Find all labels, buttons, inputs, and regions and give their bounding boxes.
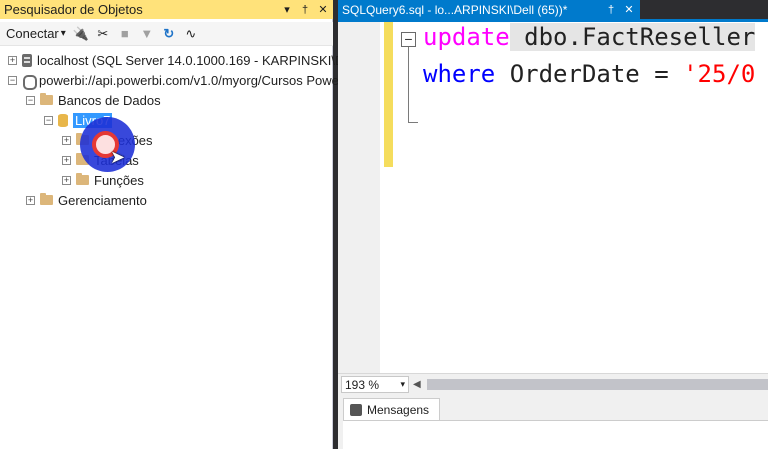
chevron-down-icon: ▾ [400,379,405,389]
scroll-left-icon[interactable]: ◀ [413,379,425,390]
fold-guide-end [408,122,418,123]
collapse-icon[interactable]: − [26,95,35,105]
chevron-down-icon: ▾ [60,28,66,39]
string-literal: '25/0 [683,60,756,88]
tab-mensagens[interactable]: Mensagens [343,398,440,420]
disconnect-plug-icon[interactable]: ✂ [94,24,112,44]
editor-tab-title: SQLQuery6.sql - lo...ARPINSKI\Dell (65))… [342,2,568,17]
fold-guide [408,47,409,122]
editor-gutter [338,22,380,373]
changed-lines-margin [384,22,393,167]
expand-icon[interactable]: + [62,175,71,185]
stop-icon[interactable]: ■ [116,24,134,44]
expand-icon[interactable]: + [26,195,35,205]
keyword-update: update [423,23,510,51]
tree-node-label: Bancos de Dados [58,92,161,108]
tab-mensagens-label: Mensagens [367,402,430,417]
collapse-region-icon[interactable]: − [401,32,416,47]
results-panel: Mensagens [338,395,768,449]
close-icon[interactable]: ✕ [315,2,331,18]
tree-node-funcoes[interactable]: + Funções [62,170,144,190]
tree-node-gerenciamento[interactable]: + Gerenciamento [26,190,147,210]
folder-icon [40,93,53,105]
expand-icon[interactable]: + [62,155,71,165]
powerbi-icon [22,74,37,90]
keyword-where: where [423,60,496,88]
messages-icon [350,403,362,416]
editor-tab-sqlquery6[interactable]: SQLQuery6.sql - lo...ARPINSKI\Dell (65))… [338,0,640,19]
window-options-icon[interactable]: ▾ [279,2,295,18]
close-icon[interactable]: ✕ [622,3,636,16]
query-editor[interactable]: − update dbo.FactReseller where OrderDat… [338,22,768,373]
server-icon [22,53,32,67]
tree-node-localhost[interactable]: + localhost (SQL Server 14.0.1000.169 - … [8,50,362,70]
tree-node-label: Funções [94,172,144,188]
zoom-dropdown[interactable]: 193 % ▾ [341,376,409,393]
connect-plug-icon[interactable]: 🔌 [72,24,90,44]
horizontal-scrollbar[interactable] [427,379,768,390]
pin-icon[interactable]: † [297,2,313,18]
database-icon [58,113,68,127]
messages-body [343,420,768,449]
expand-icon[interactable]: + [62,135,71,145]
mouse-pointer-icon: ➤ [110,147,126,167]
object-explorer-panel: Pesquisador de Objetos ▾ † ✕ Conectar ▾ … [0,0,517,449]
pin-icon[interactable]: † [604,4,618,16]
object-explorer-title: Pesquisador de Objetos [4,2,143,17]
tree-node-label: Gerenciamento [58,192,147,208]
folder-icon [76,173,89,185]
code-line-1[interactable]: update dbo.FactReseller [423,23,756,51]
filter-icon[interactable]: ▼ [138,24,156,44]
code-text: dbo.FactReseller [509,23,756,51]
tree-node-label: localhost (SQL Server 14.0.1000.169 - KA… [37,52,362,68]
object-explorer-title-bar: Pesquisador de Objetos ▾ † ✕ [0,0,333,19]
editor-status-row: 193 % ▾ ◀ [338,373,768,395]
object-explorer-toolbar: Conectar ▾ 🔌 ✂ ■ ▼ ↻ ∿ [0,22,333,46]
tree-node-bancos-de-dados[interactable]: − Bancos de Dados [26,90,161,110]
expand-icon[interactable]: + [8,55,17,65]
code-line-2[interactable]: where OrderDate = '25/0 [423,60,755,88]
refresh-icon[interactable]: ↻ [160,24,178,44]
zoom-value: 193 % [345,377,380,392]
collapse-icon[interactable]: − [44,115,53,125]
activity-monitor-icon[interactable]: ∿ [182,24,200,44]
connect-button[interactable]: Conectar ▾ [6,24,68,44]
code-text: OrderDate = [495,60,684,88]
folder-icon [40,193,53,205]
connect-label: Conectar [6,26,59,41]
collapse-icon[interactable]: − [8,75,17,85]
